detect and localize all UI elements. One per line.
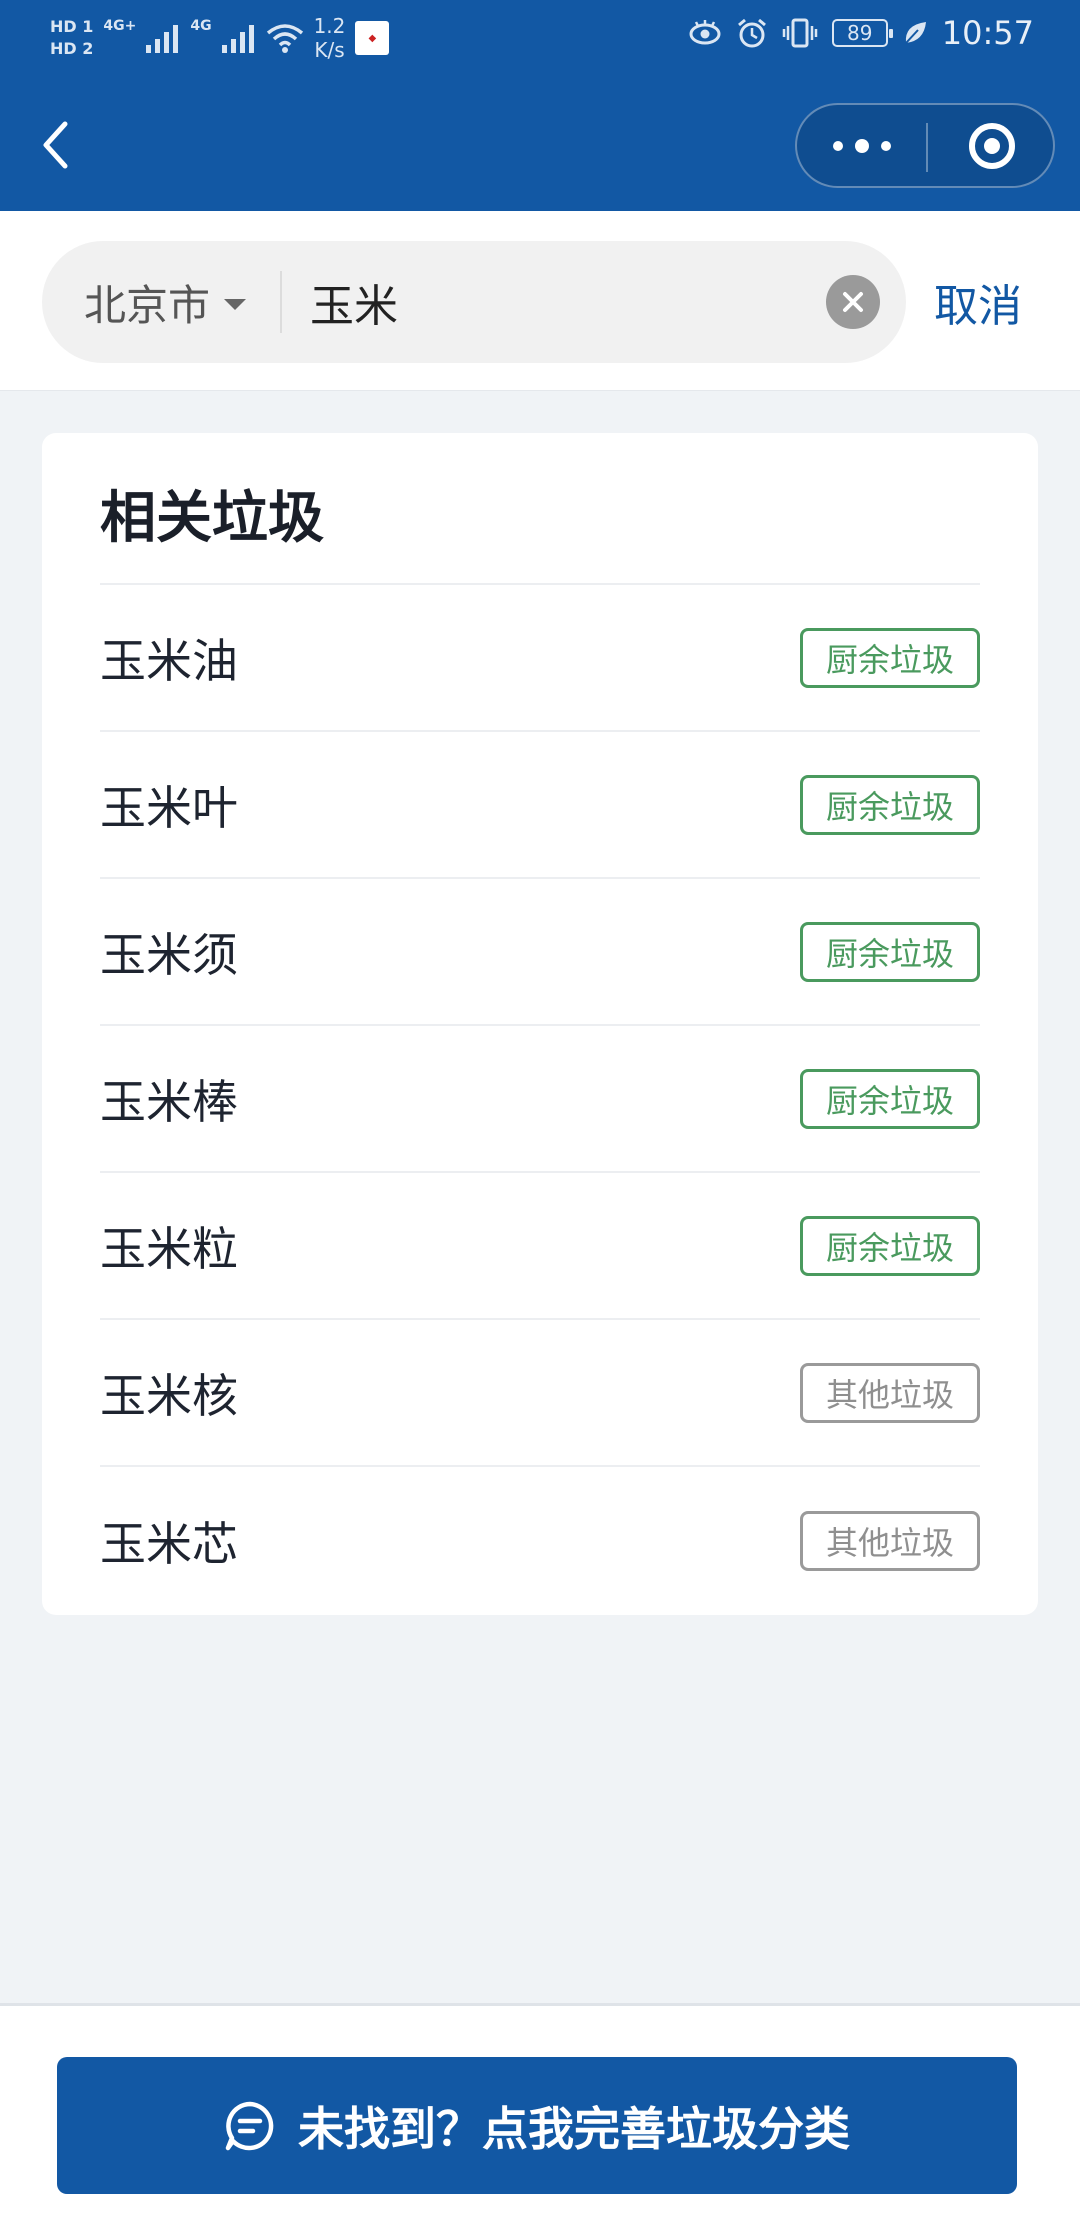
results-title: 相关垃圾	[100, 486, 324, 551]
result-item-name: 玉米棒	[100, 1074, 238, 1129]
network-1-label: 4G+	[103, 18, 137, 34]
network-speed: 1.2 K/s	[314, 14, 346, 62]
category-tag: 厨余垃圾	[800, 627, 980, 688]
close-icon	[843, 292, 863, 312]
signal-icon	[146, 25, 179, 53]
battery-indicator: 89	[831, 19, 893, 47]
cancel-button[interactable]: 取消	[934, 241, 1022, 363]
status-right: 89 10:57	[688, 14, 1034, 52]
target-circle-center	[983, 137, 1000, 154]
category-tag: 其他垃圾	[800, 1362, 980, 1423]
result-row[interactable]: 玉米叶 厨余垃圾	[100, 732, 980, 879]
speed-unit: K/s	[314, 38, 345, 62]
feedback-button[interactable]: 未找到？点我完善垃圾分类	[57, 2057, 1017, 2194]
result-row[interactable]: 玉米棒 厨余垃圾	[100, 1026, 980, 1173]
wifi-icon	[266, 24, 303, 53]
result-item-name: 玉米核	[100, 1368, 238, 1423]
more-dot-right	[880, 140, 891, 151]
status-bar: HD 1 HD 2 4G+ 4G 1.2 K/s ◆ 89 10:57	[0, 0, 1080, 80]
city-label: 北京市	[84, 280, 211, 330]
search-bar: 北京市 取消	[0, 211, 1080, 391]
target-circle-icon	[968, 122, 1015, 169]
category-tag: 厨余垃圾	[800, 774, 980, 835]
caret-down-icon	[224, 298, 247, 310]
result-row[interactable]: 玉米粒 厨余垃圾	[100, 1173, 980, 1320]
hd-1-label: HD 1	[50, 17, 94, 36]
search-input[interactable]	[310, 262, 840, 342]
bottom-bar: 未找到？点我完善垃圾分类	[0, 2003, 1080, 2240]
results-card: 相关垃圾 玉米油 厨余垃圾 玉米叶 厨余垃圾 玉米须 厨余垃圾 玉米棒 厨余垃圾 玉米粒 厨余垃圾…	[42, 433, 1038, 1615]
result-row[interactable]: 玉米芯 其他垃圾	[100, 1467, 980, 1614]
signal-icon	[221, 25, 254, 53]
feedback-label: 未找到？点我完善垃圾分类	[298, 2101, 850, 2156]
status-left: HD 1 HD 2 4G+ 4G 1.2 K/s ◆	[50, 14, 390, 62]
category-tag: 厨余垃圾	[800, 921, 980, 982]
status-time: 10:57	[941, 14, 1034, 52]
chat-bubble-icon	[224, 2100, 276, 2152]
speed-value: 1.2	[313, 14, 346, 38]
category-tag: 厨余垃圾	[800, 1215, 980, 1276]
vibrate-icon	[782, 18, 818, 48]
hd-2-label: HD 2	[50, 39, 94, 58]
city-selector[interactable]: 北京市	[84, 241, 247, 363]
result-row[interactable]: 玉米核 其他垃圾	[100, 1320, 980, 1467]
result-item-name: 玉米油	[100, 633, 238, 688]
more-dot-center	[854, 138, 869, 153]
back-button[interactable]	[30, 115, 80, 175]
search-box: 北京市	[42, 241, 906, 363]
miniprogram-capsule	[795, 103, 1055, 188]
result-row[interactable]: 玉米须 厨余垃圾	[100, 879, 980, 1026]
alarm-icon	[737, 18, 766, 48]
result-item-name: 玉米叶	[100, 780, 238, 835]
category-tag: 厨余垃圾	[800, 1068, 980, 1129]
clear-search-button[interactable]	[826, 275, 880, 329]
result-item-name: 玉米须	[100, 927, 238, 982]
result-item-name: 玉米粒	[100, 1221, 238, 1276]
notification-app-icon: ◆	[355, 21, 390, 55]
results-list: 玉米油 厨余垃圾 玉米叶 厨余垃圾 玉米须 厨余垃圾 玉米棒 厨余垃圾 玉米粒 厨余垃圾 玉米核 其他…	[100, 585, 980, 1614]
close-miniprogram-button[interactable]	[928, 105, 1055, 186]
eye-comfort-icon	[689, 20, 721, 45]
more-dots-icon	[832, 140, 843, 151]
chevron-left-icon	[43, 121, 68, 169]
search-divider	[280, 271, 282, 333]
hd-indicator: HD 1 HD 2	[50, 16, 93, 60]
header: HD 1 HD 2 4G+ 4G 1.2 K/s ◆ 89 10:57	[0, 0, 1080, 211]
result-item-name: 玉米芯	[100, 1516, 238, 1571]
more-button[interactable]	[797, 105, 926, 186]
leaf-icon	[905, 22, 926, 44]
result-row[interactable]: 玉米油 厨余垃圾	[100, 585, 980, 732]
network-2-label: 4G	[190, 18, 212, 34]
category-tag: 其他垃圾	[800, 1510, 980, 1571]
